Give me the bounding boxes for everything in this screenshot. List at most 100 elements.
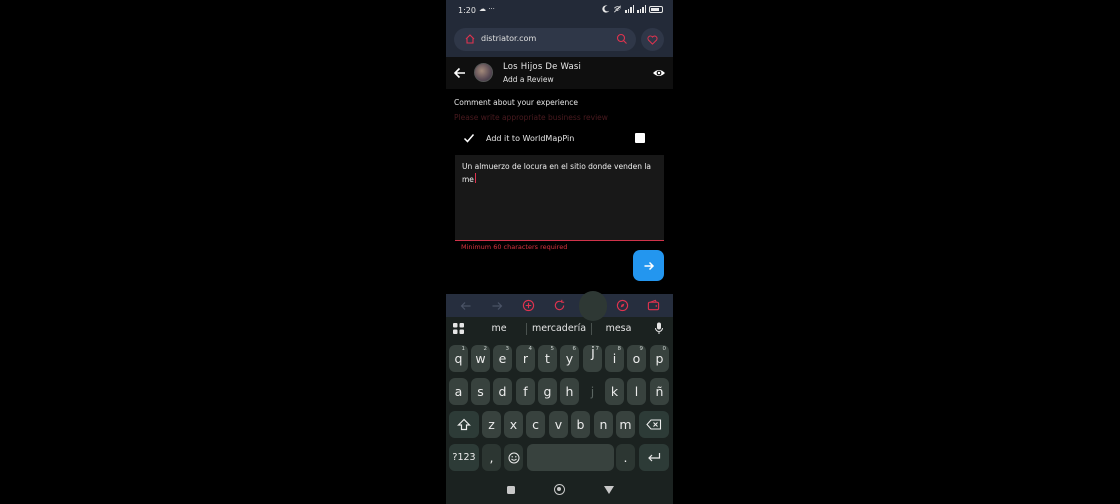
worldmappin-label: Add it to WorldMapPin: [486, 134, 575, 143]
wallet-button[interactable]: [646, 299, 660, 313]
key-r[interactable]: r4: [516, 345, 535, 372]
key-hint: 4: [528, 346, 533, 352]
key-label: x: [509, 417, 518, 432]
key-label: b: [576, 417, 585, 432]
symbols-key[interactable]: ?123: [449, 444, 479, 471]
review-text: Un almuerzo de locura en el sitio donde …: [462, 162, 652, 184]
shift-key[interactable]: [449, 411, 479, 438]
review-textarea[interactable]: Un almuerzo de locura en el sitio donde …: [455, 155, 664, 241]
key-label: e: [498, 351, 507, 366]
phone-screen: 1:20 ☁ ··· distriator.com Los Hijos De W…: [446, 0, 673, 504]
enter-key[interactable]: [639, 444, 669, 471]
apps-grid-icon[interactable]: [453, 323, 464, 334]
key-e[interactable]: e3: [493, 345, 512, 372]
nav-forward-button[interactable]: [490, 299, 504, 313]
key-n[interactable]: n: [594, 411, 613, 438]
key-label: w: [475, 351, 486, 366]
status-notification-icons: ☁ ···: [479, 5, 495, 13]
key-popup: j: [582, 339, 604, 366]
key-hint: 2: [483, 346, 488, 352]
eye-icon[interactable]: [652, 66, 666, 80]
key-label: s: [477, 384, 484, 399]
new-tab-button[interactable]: [521, 299, 535, 313]
key-m[interactable]: m: [616, 411, 635, 438]
key-k[interactable]: k: [605, 378, 624, 405]
reload-button[interactable]: [552, 299, 566, 313]
space-key[interactable]: [527, 444, 614, 471]
emoji-key[interactable]: [504, 444, 523, 471]
url-text: distriator.com: [481, 34, 537, 43]
key-label: l: [634, 384, 639, 399]
key-s[interactable]: s: [471, 378, 490, 405]
submit-button[interactable]: [633, 250, 664, 281]
signal-icon: [625, 5, 634, 13]
worldmappin-checkbox[interactable]: [635, 133, 645, 143]
key-hint: 8: [617, 346, 622, 352]
key-label: a: [454, 384, 463, 399]
key-o[interactable]: o9: [627, 345, 646, 372]
suggestion-2[interactable]: mercadería: [529, 323, 589, 334]
backspace-icon: [646, 419, 662, 430]
app-header: Los Hijos De Wasi Add a Review: [446, 57, 673, 89]
wallet-icon: [647, 299, 659, 311]
back-arrow-icon[interactable]: [452, 65, 468, 81]
nav-back-triangle-button[interactable]: [604, 486, 614, 494]
key-j[interactable]: j: [583, 378, 602, 405]
compass-button[interactable]: [615, 299, 629, 313]
key-label: z: [488, 417, 495, 432]
home-icon[interactable]: [464, 33, 476, 45]
key-hint: 6: [572, 346, 577, 352]
key-i[interactable]: i8: [605, 345, 624, 372]
key-label: ñ: [655, 384, 664, 399]
virtual-keyboard: me mercadería mesa q1 w2 e3 r4 t5 y6 7 j…: [446, 291, 673, 480]
key-popup-label: j: [591, 344, 595, 361]
battery-icon: [649, 5, 663, 13]
key-x[interactable]: x: [504, 411, 523, 438]
backspace-key[interactable]: [639, 411, 669, 438]
key-v[interactable]: v: [549, 411, 568, 438]
key-label: r: [522, 351, 529, 366]
url-field[interactable]: distriator.com: [454, 28, 636, 51]
suggestion-1[interactable]: me: [484, 323, 514, 334]
review-hint: Please write appropriate business review: [454, 113, 608, 122]
recents-button[interactable]: [507, 486, 515, 494]
system-nav-bar: [446, 480, 673, 504]
key-label: c: [532, 417, 539, 432]
worldmappin-option[interactable]: Add it to WorldMapPin: [463, 131, 653, 147]
business-avatar: [474, 63, 493, 82]
comma-key[interactable]: ,: [482, 444, 501, 471]
shift-arrow-icon: [457, 418, 471, 431]
key-d[interactable]: d: [493, 378, 512, 405]
microphone-icon[interactable]: [654, 322, 664, 335]
suggestion-3[interactable]: mesa: [601, 323, 636, 334]
status-system-icons: [602, 5, 663, 13]
search-icon[interactable]: [616, 33, 628, 45]
key-l[interactable]: l: [627, 378, 646, 405]
key-g[interactable]: g: [538, 378, 557, 405]
key-label: f: [523, 384, 528, 399]
key-w[interactable]: w2: [471, 345, 490, 372]
key-f[interactable]: f: [516, 378, 535, 405]
key-p[interactable]: p0: [650, 345, 669, 372]
key-c[interactable]: c: [526, 411, 545, 438]
key-z[interactable]: z: [482, 411, 501, 438]
period-key[interactable]: .: [616, 444, 635, 471]
key-label: i: [612, 351, 617, 366]
key-a[interactable]: a: [449, 378, 468, 405]
home-button[interactable]: [554, 484, 565, 495]
key-b[interactable]: b: [571, 411, 590, 438]
moon-icon: [602, 5, 610, 13]
key-hint: 5: [550, 346, 555, 352]
key-enye[interactable]: ñ: [650, 378, 669, 405]
key-t[interactable]: t5: [538, 345, 557, 372]
status-time: 1:20: [458, 6, 476, 15]
back-icon: [460, 301, 471, 310]
arrow-right-icon: [644, 261, 654, 270]
key-q[interactable]: q1: [449, 345, 468, 372]
suggestion-divider: [526, 323, 527, 335]
key-y[interactable]: y6: [560, 345, 579, 372]
status-bar: 1:20 ☁ ···: [446, 0, 673, 22]
favorite-button[interactable]: [641, 28, 664, 51]
key-h[interactable]: h: [560, 378, 579, 405]
nav-back-button[interactable]: [459, 299, 473, 313]
